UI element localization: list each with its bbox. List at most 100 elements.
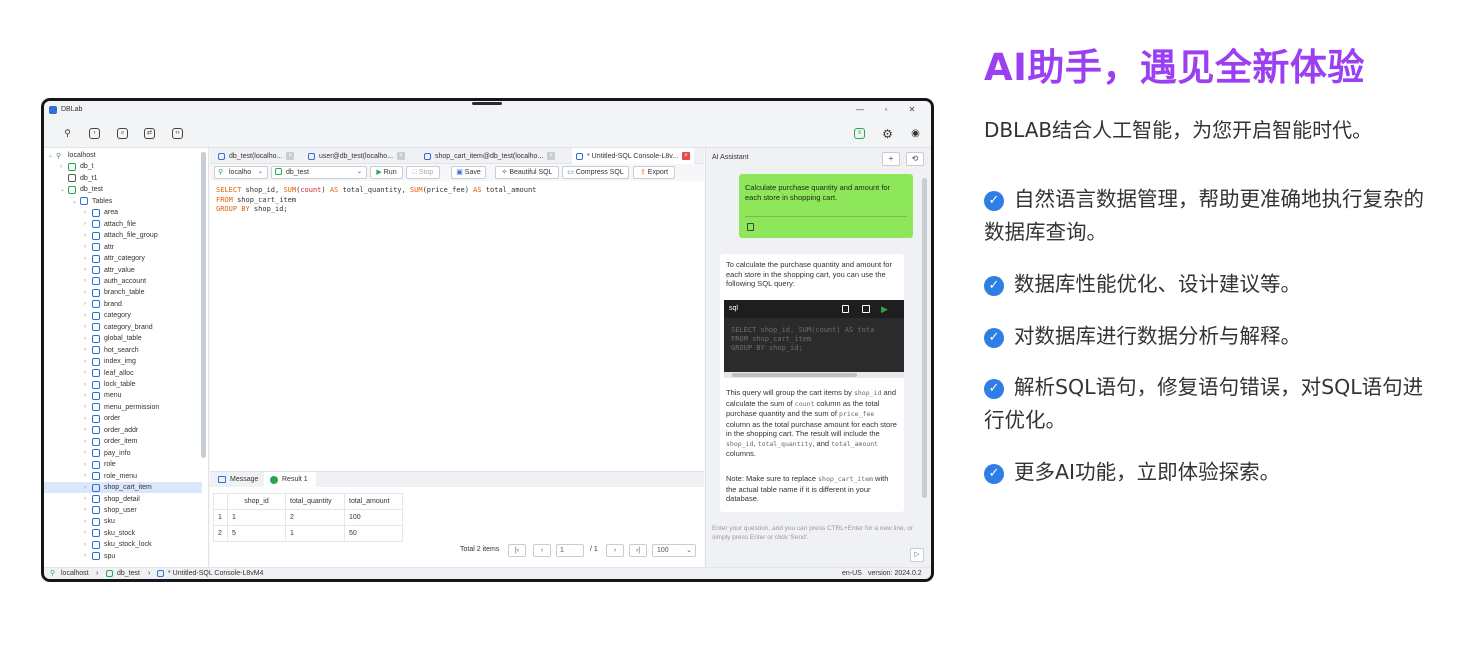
run-button[interactable]: ▶ Run	[370, 166, 403, 179]
code-scrollbar[interactable]	[724, 372, 904, 378]
table-cell[interactable]: 100	[344, 509, 403, 526]
close-window-button[interactable]: ✕	[900, 101, 924, 118]
tree-table-item[interactable]: › category	[84, 310, 131, 321]
chevron-right-icon[interactable]: ›	[84, 450, 92, 456]
close-tab-icon[interactable]: ×	[682, 152, 691, 160]
tree-table-item[interactable]: › auth_account	[84, 276, 146, 287]
tree-table-item[interactable]: › sku	[84, 516, 115, 527]
chevron-right-icon[interactable]: ›	[84, 244, 92, 250]
column-header[interactable]: total_amount	[344, 493, 403, 510]
chevron-right-icon[interactable]: ›	[84, 233, 92, 239]
chevron-down-icon[interactable]: ⌄	[48, 152, 56, 159]
chevron-right-icon[interactable]: ›	[60, 164, 68, 170]
chevron-right-icon[interactable]: ›	[84, 347, 92, 353]
tree-table-item[interactable]: › pay_info	[84, 448, 130, 459]
send-button[interactable]: ▷	[910, 548, 924, 562]
query-button[interactable]: ⌕	[115, 126, 130, 141]
tree-table-item[interactable]: › shop_detail	[84, 494, 140, 505]
chevron-right-icon[interactable]: ›	[84, 382, 92, 388]
chevron-right-icon[interactable]: ›	[84, 462, 92, 468]
tab-user[interactable]: user@db_test(localho... ×	[308, 148, 406, 164]
account-button[interactable]: ◉	[908, 126, 923, 141]
tab-shop-cart-item[interactable]: shop_cart_item@db_test(localho... ×	[424, 148, 556, 164]
chevron-right-icon[interactable]: ›	[84, 553, 92, 559]
chevron-right-icon[interactable]: ›	[84, 221, 92, 227]
chevron-right-icon[interactable]: ›	[84, 542, 92, 548]
table-cell[interactable]: 50	[344, 525, 403, 542]
tree-table-item[interactable]: › index_img	[84, 356, 136, 367]
tree-connection[interactable]: ⌄ ⚲ localhost	[48, 150, 96, 161]
chevron-down-icon[interactable]: ⌄	[60, 186, 68, 193]
tree-table-item[interactable]: › role_menu	[84, 471, 137, 482]
close-tab-icon[interactable]: ×	[547, 152, 556, 160]
tree-table-item[interactable]: › brand	[84, 299, 122, 310]
code-button[interactable]: ‹›	[170, 126, 185, 141]
tree-tables-folder[interactable]: ⌄ Tables	[72, 196, 112, 207]
chevron-right-icon[interactable]: ›	[84, 427, 92, 433]
chevron-right-icon[interactable]: ›	[84, 301, 92, 307]
tree-database[interactable]: ⌄ db_test	[60, 184, 103, 195]
tree-table-item[interactable]: › attach_file	[84, 219, 136, 230]
scroll-thumb[interactable]	[732, 373, 857, 377]
table-row[interactable]: 1 1 2 100	[213, 509, 403, 526]
tree-table-item[interactable]: › sku_stock	[84, 528, 135, 539]
tree-table-item[interactable]: › order_item	[84, 436, 137, 447]
minimize-button[interactable]: —	[848, 101, 872, 118]
maximize-button[interactable]: ▫	[874, 101, 898, 118]
chevron-right-icon[interactable]: ›	[84, 507, 92, 513]
status-locale[interactable]: en-US	[842, 568, 862, 579]
tree-table-item[interactable]: › spu	[84, 551, 115, 562]
chevron-right-icon[interactable]: ›	[84, 359, 92, 365]
chevron-right-icon[interactable]: ›	[84, 496, 92, 502]
copy-code-icon[interactable]	[842, 305, 849, 313]
sql-editor[interactable]: SELECT shop_id, SUM(count) AS total_quan…	[210, 181, 704, 471]
tree-table-item[interactable]: › branch_table	[84, 287, 144, 298]
tree-scrollbar[interactable]	[201, 152, 206, 458]
chevron-right-icon[interactable]: ›	[84, 336, 92, 342]
tree-table-item[interactable]: › global_table	[84, 333, 142, 344]
new-chat-button[interactable]: +	[882, 152, 900, 166]
table-cell[interactable]: 5	[227, 525, 286, 542]
tab-sql-console[interactable]: * Untitled-SQL Console-L8v... ×	[572, 148, 695, 164]
chevron-right-icon[interactable]: ›	[84, 530, 92, 536]
tree-table-item[interactable]: › menu_permission	[84, 402, 159, 413]
column-header[interactable]: shop_id	[227, 493, 286, 510]
page-size-select[interactable]: 100 ⌄	[652, 544, 696, 557]
database-select[interactable]: db_test ⌄	[271, 166, 367, 179]
chevron-right-icon[interactable]: ›	[84, 290, 92, 296]
status-console[interactable]: * Untitled-SQL Console-L8vM4	[168, 568, 263, 579]
tree-table-item[interactable]: › sku_stock_lock	[84, 539, 151, 550]
chevron-right-icon[interactable]: ›	[84, 324, 92, 330]
chevron-right-icon[interactable]: ›	[84, 313, 92, 319]
tab-message[interactable]: Message	[214, 472, 262, 487]
close-tab-icon[interactable]: ×	[286, 152, 295, 160]
tree-table-item[interactable]: › order	[84, 413, 120, 424]
table-cell[interactable]: 2	[285, 509, 345, 526]
chevron-right-icon[interactable]: ›	[84, 393, 92, 399]
chevron-right-icon[interactable]: ›	[84, 404, 92, 410]
chevron-right-icon[interactable]: ›	[84, 485, 92, 491]
connection-select[interactable]: ⚲ localho ⌄	[214, 166, 268, 179]
settings-button[interactable]: ⚙	[880, 126, 895, 141]
table-cell[interactable]: 1	[227, 509, 286, 526]
status-database[interactable]: db_test	[117, 568, 140, 579]
ai-question-input[interactable]: Enter your question, and you can press C…	[712, 524, 917, 560]
tree-table-item[interactable]: › category_brand	[84, 322, 153, 333]
tree-table-item[interactable]: › shop_cart_item	[84, 482, 152, 493]
first-page-button[interactable]: |‹	[508, 544, 526, 557]
tab-result-1[interactable]: Result 1	[264, 472, 316, 487]
save-button[interactable]: ▣ Save	[451, 166, 486, 179]
page-input[interactable]: 1	[556, 544, 584, 557]
table-row[interactable]: 2 5 1 50	[213, 525, 403, 542]
tree-table-item[interactable]: › attach_file_group	[84, 230, 158, 241]
tree-table-item[interactable]: › area	[84, 207, 118, 218]
insert-code-icon[interactable]	[862, 305, 870, 313]
ai-scrollbar[interactable]	[922, 178, 927, 498]
tree-table-item[interactable]: › leaf_alloc	[84, 368, 134, 379]
chevron-right-icon[interactable]: ›	[84, 210, 92, 216]
tree-table-item[interactable]: › attr_category	[84, 253, 145, 264]
chevron-right-icon[interactable]: ›	[84, 519, 92, 525]
connect-button[interactable]: ⚲	[60, 126, 75, 141]
tree-table-item[interactable]: › lock_table	[84, 379, 136, 390]
ai-assistant-button[interactable]: ≡	[852, 126, 867, 141]
